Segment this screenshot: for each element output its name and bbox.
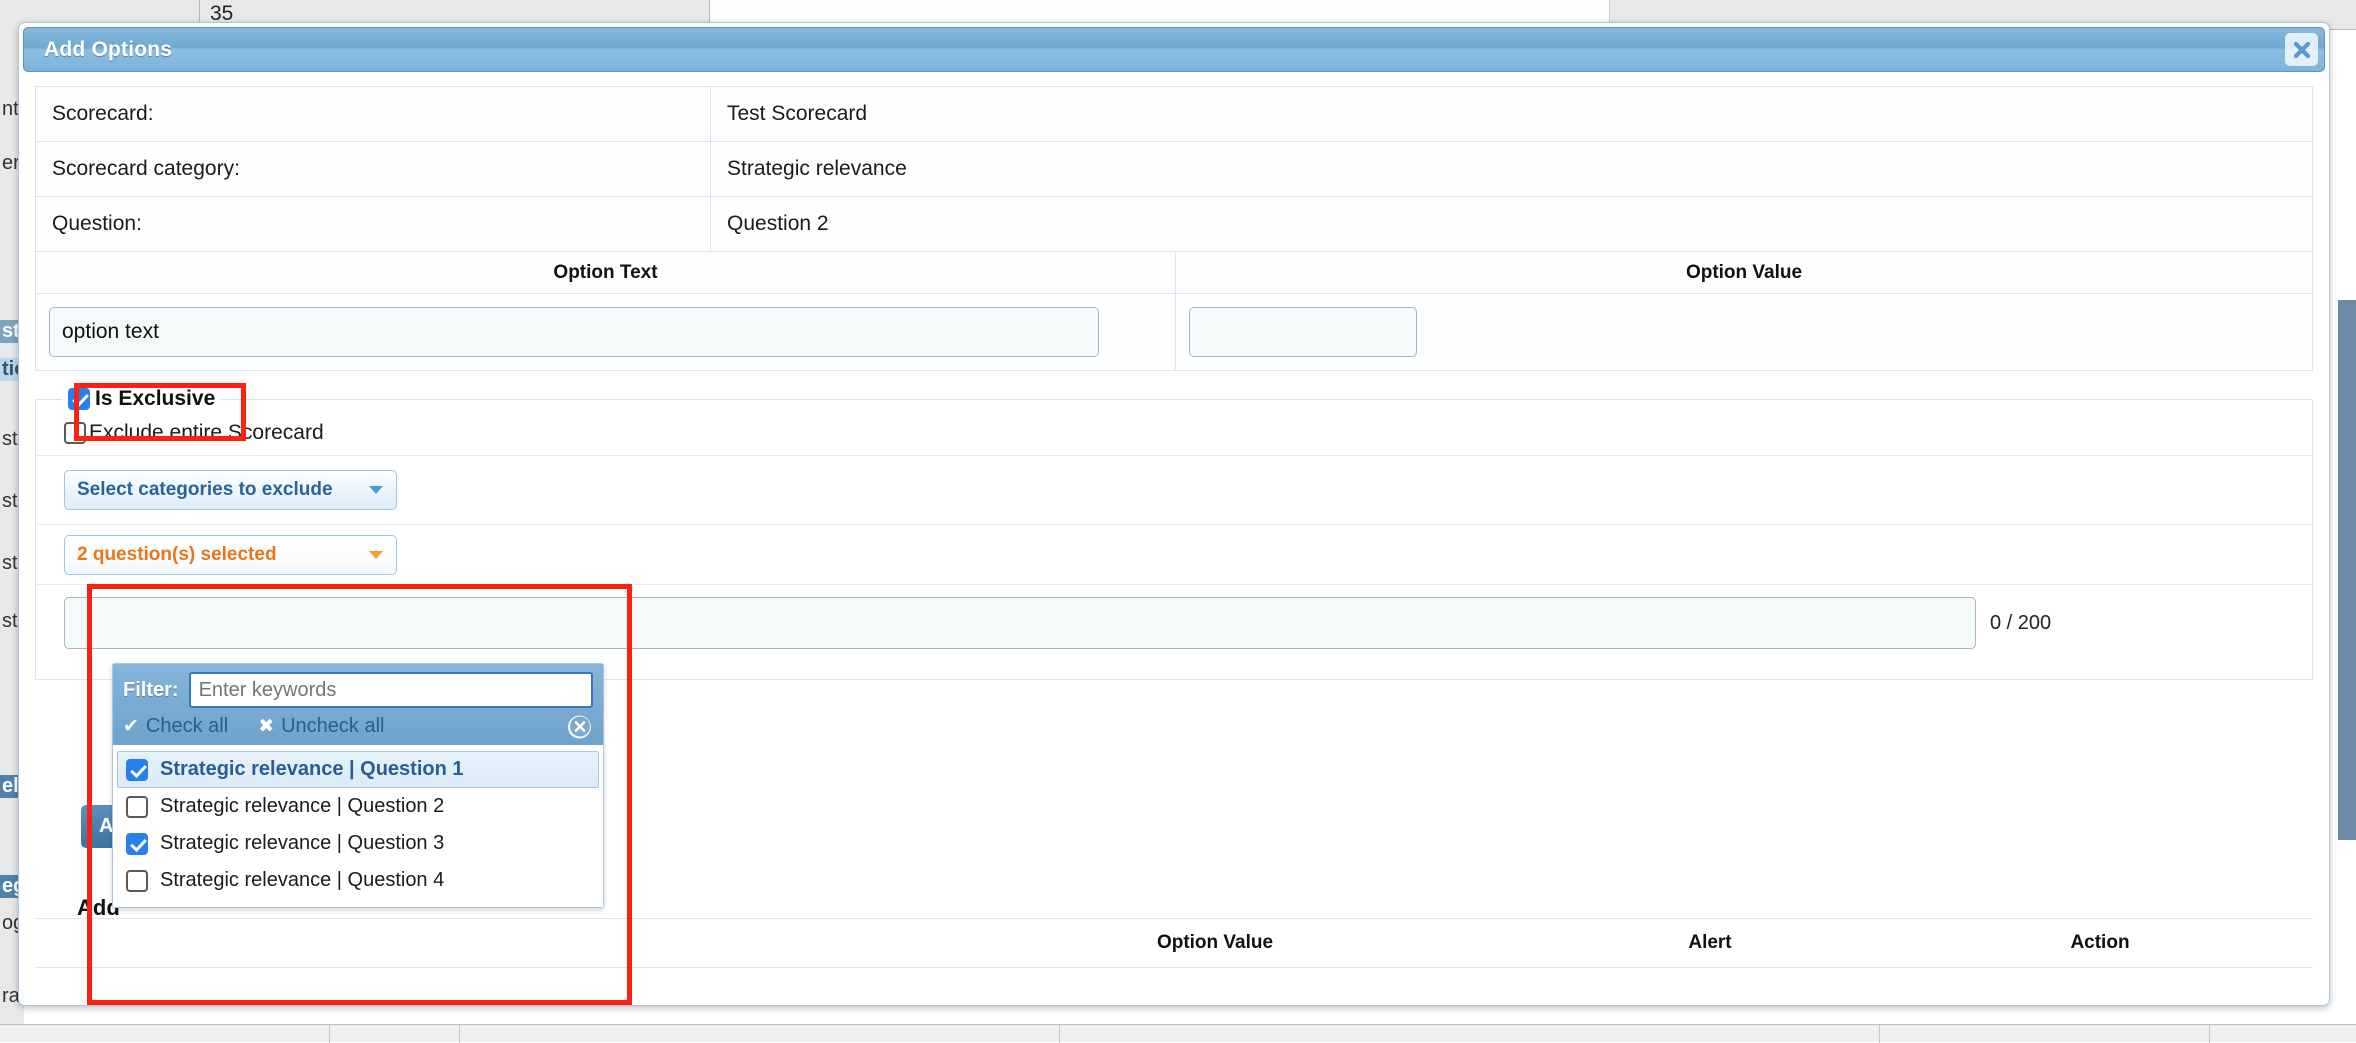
question-value: Question 2 <box>711 197 2313 252</box>
scorecard-value: Test Scorecard <box>711 87 2313 142</box>
exclude-entire-scorecard-label: Exclude entire Scorecard <box>89 421 324 445</box>
option-value-header: Option Value <box>1176 252 2312 293</box>
chevron-down-icon <box>369 486 383 494</box>
scorecard-info-table: Scorecard: Test Scorecard Scorecard cate… <box>35 86 2313 252</box>
dialog-title-bar: Add Options <box>23 27 2325 72</box>
scorecard-category-label: Scorecard category: <box>36 142 711 197</box>
question-label: Strategic relevance | Question 1 <box>160 758 464 781</box>
check-icon: ✔ <box>123 715 139 738</box>
dialog-body: Scorecard: Test Scorecard Scorecard cate… <box>19 72 2329 680</box>
check-all-label: Check all <box>146 715 228 738</box>
cross-icon: ✖ <box>258 715 274 738</box>
bottom-segment <box>1060 1025 1880 1043</box>
filter-label: Filter: <box>123 679 179 702</box>
select-questions-label: 2 question(s) selected <box>77 544 277 566</box>
scorecard-label: Scorecard: <box>36 87 711 142</box>
question-checkbox[interactable] <box>126 796 148 818</box>
filter-input[interactable] <box>189 672 593 708</box>
questions-list: Strategic relevance | Question 1 Strateg… <box>113 745 603 907</box>
scorecard-category-value: Strategic relevance <box>711 142 2313 197</box>
option-text-input[interactable] <box>49 307 1099 357</box>
bottom-segment <box>330 1025 460 1043</box>
is-exclusive-label: Is Exclusive <box>95 387 215 411</box>
list-item[interactable]: Strategic relevance | Question 3 <box>117 825 599 862</box>
bottom-segment <box>1880 1025 2210 1043</box>
question-label: Strategic relevance | Question 3 <box>160 832 444 855</box>
questions-dropdown-header: Filter: ✔ Check all ✖ Uncheck all <box>113 664 603 745</box>
question-label: Question: <box>36 197 711 252</box>
background-right-panel <box>2338 300 2356 840</box>
bottom-segment <box>460 1025 1060 1043</box>
select-categories-row: Select categories to exclude <box>36 456 2312 525</box>
questions-dropdown-panel: Filter: ✔ Check all ✖ Uncheck all <box>112 663 604 908</box>
list-item[interactable]: Strategic relevance | Question 2 <box>117 788 599 825</box>
add-options-dialog: Add Options Scorecard: Test Scorecard Sc… <box>18 22 2330 1006</box>
background-bottom-bar <box>0 1024 2356 1042</box>
clear-circle-icon[interactable] <box>568 715 591 738</box>
options-table-header: Option Value Alert Action <box>35 918 2313 968</box>
question-label: Strategic relevance | Question 4 <box>160 869 444 892</box>
options-col-option-value-header: Option Value <box>915 932 1515 954</box>
list-item[interactable]: Strategic relevance | Question 4 <box>117 862 599 899</box>
exclude-entire-scorecard-row: Exclude entire Scorecard <box>36 411 2312 456</box>
chevron-down-icon <box>369 551 383 559</box>
option-text-cell <box>36 294 1176 370</box>
question-checkbox[interactable] <box>126 870 148 892</box>
question-checkbox[interactable] <box>126 759 148 781</box>
filter-line: Filter: <box>123 672 593 708</box>
select-categories-dropdown[interactable]: Select categories to exclude <box>64 470 397 510</box>
question-checkbox[interactable] <box>126 833 148 855</box>
list-item[interactable]: Strategic relevance | Question 1 <box>117 751 599 788</box>
table-row: Scorecard: Test Scorecard <box>36 87 2313 142</box>
check-all-button[interactable]: ✔ Check all <box>123 715 228 738</box>
option-value-input[interactable] <box>1189 307 1417 357</box>
exclusion-note-row: 0 / 200 <box>36 585 2312 665</box>
close-icon[interactable] <box>2285 33 2318 66</box>
exclusive-fieldset: Is Exclusive Exclude entire Scorecard Se… <box>35 387 2313 680</box>
is-exclusive-legend: Is Exclusive <box>62 387 221 411</box>
check-actions-line: ✔ Check all ✖ Uncheck all <box>123 715 593 738</box>
exclusive-section: Is Exclusive Exclude entire Scorecard Se… <box>35 387 2313 680</box>
uncheck-all-label: Uncheck all <box>281 715 384 738</box>
table-row: Question: Question 2 <box>36 197 2313 252</box>
option-text-header: Option Text <box>36 252 1176 293</box>
table-row: Scorecard category: Strategic relevance <box>36 142 2313 197</box>
options-col-action-header: Action <box>1905 932 2295 954</box>
option-input-row <box>35 294 2313 371</box>
dialog-title: Add Options <box>44 38 172 62</box>
select-questions-row: 2 question(s) selected <box>36 525 2312 585</box>
is-exclusive-checkbox[interactable] <box>68 388 90 410</box>
exclusion-note-textarea[interactable] <box>64 597 1976 649</box>
option-value-cell <box>1176 294 2312 370</box>
character-counter: 0 / 200 <box>1990 612 2051 635</box>
exclude-entire-scorecard-checkbox[interactable] <box>64 422 86 444</box>
select-questions-dropdown[interactable]: 2 question(s) selected <box>64 535 397 575</box>
options-col-alert-header: Alert <box>1515 932 1905 954</box>
select-categories-label: Select categories to exclude <box>77 479 333 501</box>
bottom-segment <box>0 1025 330 1043</box>
uncheck-all-button[interactable]: ✖ Uncheck all <box>258 715 384 738</box>
option-columns-header: Option Text Option Value <box>35 252 2313 294</box>
question-label: Strategic relevance | Question 2 <box>160 795 444 818</box>
